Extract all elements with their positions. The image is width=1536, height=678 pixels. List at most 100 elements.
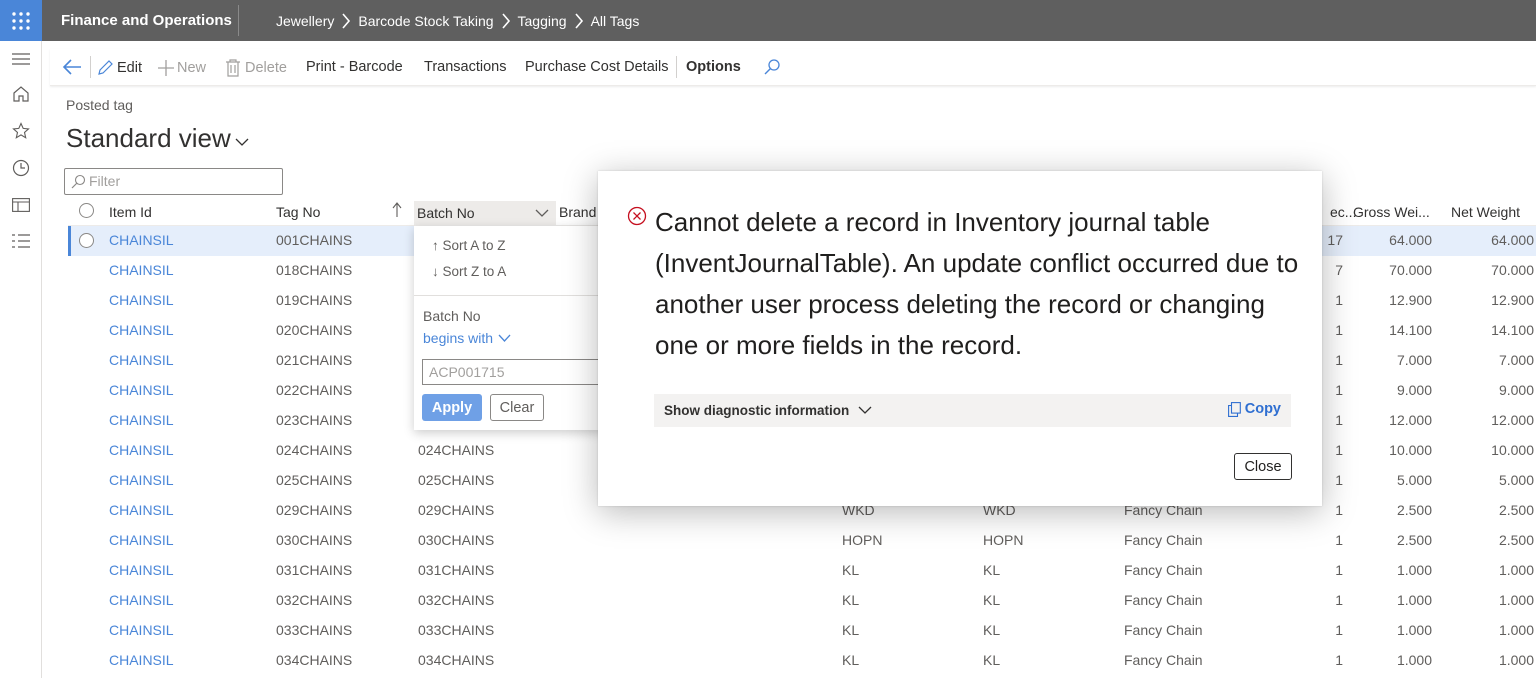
- category-cell: Fancy Chain: [1124, 562, 1203, 578]
- hamburger-icon[interactable]: [11, 49, 31, 69]
- arrow-up-icon: ↑: [432, 238, 439, 253]
- net-weight-cell: 2.500: [1498, 532, 1534, 548]
- net-weight-cell: 64.000: [1491, 232, 1534, 248]
- gross-weight-cell: 70.000: [1389, 262, 1432, 278]
- transactions-button[interactable]: Transactions: [424, 59, 506, 75]
- net-weight-cell: 12.900: [1491, 292, 1534, 308]
- back-arrow-icon: [62, 59, 81, 75]
- action-separator: [90, 56, 91, 78]
- list-icon[interactable]: [11, 231, 31, 251]
- edit-button[interactable]: Edit: [96, 59, 142, 77]
- item-id-cell[interactable]: CHAINSIL: [109, 442, 174, 458]
- copy-icon: [1227, 401, 1241, 417]
- back-button[interactable]: [62, 58, 82, 76]
- row-select-radio[interactable]: [79, 233, 94, 248]
- clear-button[interactable]: Clear: [490, 394, 544, 421]
- pieces-cell: 1: [1335, 292, 1343, 308]
- options-tab[interactable]: Options: [686, 59, 741, 75]
- diagnostic-label: Show diagnostic information: [664, 403, 850, 418]
- pieces-cell: 1: [1335, 592, 1343, 608]
- net-weight-cell: 1.000: [1498, 652, 1534, 668]
- dropdown-divider: [414, 295, 604, 296]
- clock-icon[interactable]: [11, 158, 31, 178]
- net-weight-cell: 5.000: [1498, 472, 1534, 488]
- item-id-cell[interactable]: CHAINSIL: [109, 292, 174, 308]
- breadcrumb-item-tagging[interactable]: Tagging: [518, 13, 567, 29]
- item-id-cell[interactable]: CHAINSIL: [109, 322, 174, 338]
- sort-up-arrow-icon: [392, 202, 402, 221]
- app-name[interactable]: Finance and Operations: [61, 12, 232, 29]
- tag-no-cell: 022CHAINS: [276, 382, 353, 398]
- column-header-gross-weight[interactable]: Gross Wei...: [1353, 204, 1430, 220]
- show-diagnostic-toggle[interactable]: Show diagnostic information: [664, 403, 872, 418]
- tag-no-cell: 032CHAINS: [276, 592, 353, 608]
- gross-weight-cell: 5.000: [1396, 472, 1432, 488]
- table-row[interactable]: CHAINSIL 030CHAINS 030CHAINS HOPN HOPN Fancy …: [68, 526, 1536, 556]
- close-button[interactable]: Close: [1234, 453, 1292, 480]
- search-button[interactable]: [763, 58, 781, 76]
- app-launcher-button[interactable]: [0, 0, 42, 41]
- star-icon[interactable]: [11, 121, 31, 141]
- delete-button[interactable]: Delete: [225, 59, 287, 77]
- column-header-tag-no[interactable]: Tag No: [276, 204, 320, 220]
- column-header-item-id[interactable]: Item Id: [109, 204, 152, 220]
- table-row[interactable]: CHAINSIL 033CHAINS 033CHAINS KL KL Fancy Chai…: [68, 616, 1536, 646]
- filter-value-input[interactable]: ACP001715: [422, 359, 604, 385]
- table-row[interactable]: CHAINSIL 032CHAINS 032CHAINS KL KL Fancy Chai…: [68, 586, 1536, 616]
- item-id-cell[interactable]: CHAINSIL: [109, 532, 174, 548]
- error-icon: [627, 206, 647, 226]
- item-id-cell[interactable]: CHAINSIL: [109, 592, 174, 608]
- edit-label: Edit: [117, 60, 142, 76]
- tag-no-cell: 029CHAINS: [276, 502, 353, 518]
- column-header-net-weight[interactable]: Net Weight: [1451, 204, 1520, 220]
- gross-weight-cell: 14.100: [1389, 322, 1432, 338]
- action-pane: Edit New Delete Print - Barcode Transact…: [50, 49, 1536, 86]
- purchase-cost-details-button[interactable]: Purchase Cost Details: [525, 59, 668, 75]
- group-b-cell: HOPN: [983, 532, 1024, 548]
- category-cell: Fancy Chain: [1124, 532, 1203, 548]
- sort-a-to-z-option[interactable]: ↑ Sort A to Z: [432, 238, 506, 253]
- column-header-brand[interactable]: Brand: [559, 204, 596, 220]
- category-cell: Fancy Chain: [1124, 622, 1203, 638]
- pieces-cell: 1: [1335, 442, 1343, 458]
- item-id-cell[interactable]: CHAINSIL: [109, 262, 174, 278]
- item-id-cell[interactable]: CHAINSIL: [109, 352, 174, 368]
- print-barcode-button[interactable]: Print - Barcode: [306, 59, 403, 75]
- top-bar: Finance and Operations Jewellery Barcode…: [0, 0, 1536, 41]
- home-icon[interactable]: [11, 84, 31, 104]
- sort-z-to-a-option[interactable]: ↓ Sort Z to A: [432, 264, 506, 279]
- item-id-cell[interactable]: CHAINSIL: [109, 382, 174, 398]
- breadcrumb-item-barcode-stock-taking[interactable]: Barcode Stock Taking: [358, 13, 493, 29]
- column-header-batch-no[interactable]: Batch No: [414, 201, 556, 226]
- item-id-cell[interactable]: CHAINSIL: [109, 412, 174, 428]
- filter-input[interactable]: Filter: [64, 168, 283, 195]
- batch-no-cell: 034CHAINS: [418, 652, 495, 668]
- breadcrumb-item-jewellery[interactable]: Jewellery: [276, 13, 334, 29]
- view-title: Standard view: [66, 123, 231, 153]
- apply-button[interactable]: Apply: [422, 394, 482, 421]
- pieces-cell: 1: [1335, 532, 1343, 548]
- item-id-cell[interactable]: CHAINSIL: [109, 502, 174, 518]
- item-id-cell[interactable]: CHAINSIL: [109, 562, 174, 578]
- item-id-cell[interactable]: CHAINSIL: [109, 232, 174, 248]
- tag-no-cell: 025CHAINS: [276, 472, 353, 488]
- item-id-cell[interactable]: CHAINSIL: [109, 652, 174, 668]
- group-a-cell: KL: [842, 592, 860, 608]
- select-all-radio[interactable]: [79, 203, 94, 218]
- filter-operator-select[interactable]: begins with: [423, 330, 511, 346]
- item-id-cell[interactable]: CHAINSIL: [109, 622, 174, 638]
- net-weight-cell: 1.000: [1498, 622, 1534, 638]
- table-row[interactable]: CHAINSIL 031CHAINS 031CHAINS KL KL Fancy Chai…: [68, 556, 1536, 586]
- new-button[interactable]: New: [157, 59, 206, 77]
- copy-button[interactable]: Copy: [1227, 401, 1281, 417]
- tag-no-cell: 020CHAINS: [276, 322, 353, 338]
- breadcrumb-item-all-tags[interactable]: All Tags: [591, 13, 640, 29]
- copy-label: Copy: [1244, 401, 1281, 417]
- item-id-cell[interactable]: CHAINSIL: [109, 472, 174, 488]
- tag-no-cell: 018CHAINS: [276, 262, 353, 278]
- net-weight-cell: 12.000: [1491, 412, 1534, 428]
- table-row[interactable]: CHAINSIL 034CHAINS 034CHAINS KL KL Fancy Chai…: [68, 646, 1536, 676]
- workspace-icon[interactable]: [11, 195, 31, 215]
- pieces-cell: 1: [1335, 322, 1343, 338]
- view-selector[interactable]: Standard view: [66, 123, 249, 154]
